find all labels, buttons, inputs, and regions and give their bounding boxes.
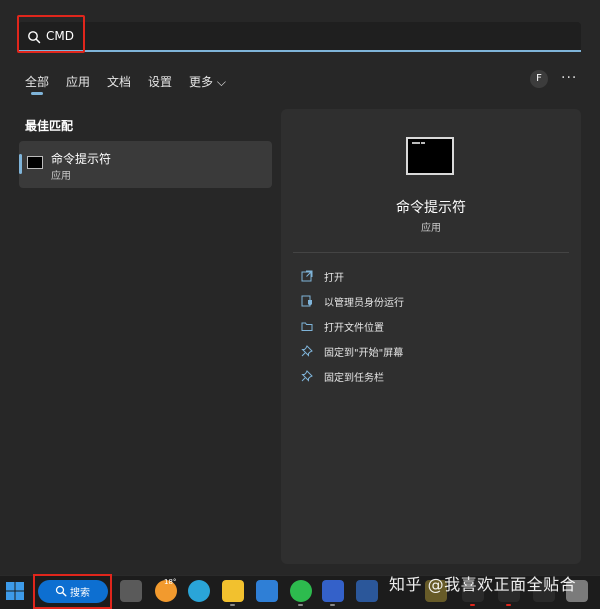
mail-icon[interactable] <box>256 580 278 602</box>
action-pin-to-taskbar-label: 固定到任务栏 <box>324 373 384 384</box>
word-icon[interactable] <box>356 580 378 602</box>
search-highlight-box <box>17 15 85 53</box>
file-explorer-icon[interactable] <box>222 580 244 602</box>
folder-icon <box>301 322 313 331</box>
app-icon[interactable] <box>322 580 344 602</box>
detail-title: 命令提示符 <box>396 200 466 216</box>
watermark-text: 知乎 @我喜欢正面全贴合 <box>389 575 577 594</box>
tab-all[interactable]: 全部 <box>25 73 49 90</box>
tab-apps[interactable]: 应用 <box>66 73 90 90</box>
action-run-as-admin-label: 以管理员身份运行 <box>324 298 404 309</box>
edge-icon[interactable] <box>188 580 210 602</box>
search-input[interactable] <box>18 22 581 52</box>
more-options-button[interactable]: ··· <box>561 70 577 86</box>
action-open-label: 打开 <box>324 273 344 284</box>
action-open-file-location-label: 打开文件位置 <box>324 323 384 334</box>
command-prompt-icon <box>27 156 43 169</box>
tab-active-indicator <box>31 92 43 95</box>
detail-pane <box>281 109 581 564</box>
best-match-title: 命令提示符 <box>51 152 112 166</box>
pin-icon <box>301 370 313 382</box>
pin-icon <box>301 345 313 357</box>
detail-type: 应用 <box>421 223 441 234</box>
windows-start-icon[interactable] <box>5 581 25 601</box>
task-view-icon[interactable] <box>120 580 142 602</box>
account-avatar[interactable]: F <box>530 70 548 88</box>
wechat-icon[interactable] <box>290 580 312 602</box>
tab-more[interactable]: 更多 ⌵ <box>189 73 226 90</box>
tab-documents[interactable]: 文档 <box>107 73 131 90</box>
best-match-type: 应用 <box>51 171 71 182</box>
tab-settings[interactable]: 设置 <box>148 73 172 90</box>
best-match-heading: 最佳匹配 <box>25 119 74 133</box>
selection-accent <box>19 154 22 174</box>
weather-temperature: 18° <box>164 578 177 586</box>
shield-icon <box>301 295 312 307</box>
action-pin-to-start-label: 固定到"开始"屏幕 <box>324 348 404 359</box>
search-button-highlight-box <box>33 574 112 609</box>
command-prompt-large-icon <box>406 137 454 175</box>
open-icon <box>301 270 313 282</box>
divider <box>293 252 569 253</box>
